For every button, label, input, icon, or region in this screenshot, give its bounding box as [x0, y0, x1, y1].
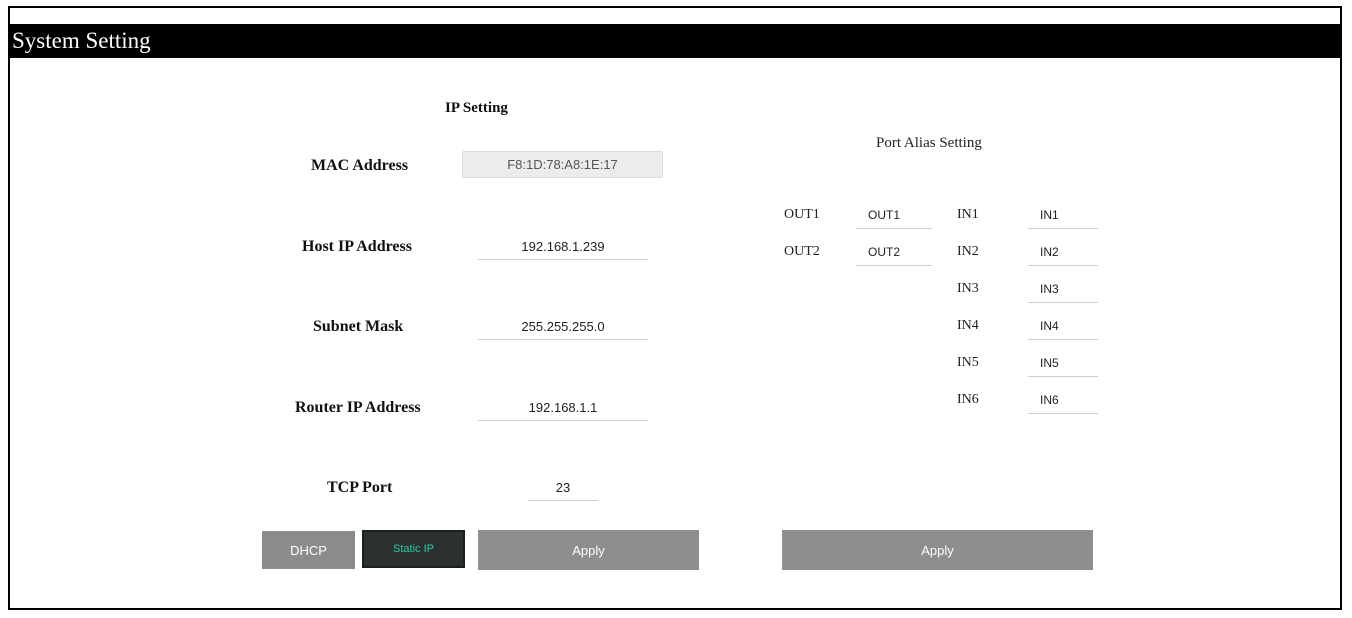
- output-alias-input-1[interactable]: [856, 202, 932, 229]
- output-label-2: OUT2: [784, 244, 820, 259]
- port-alias-title: Port Alias Setting: [876, 135, 982, 151]
- mac-address-field: [462, 151, 663, 178]
- page-title: System Setting: [10, 24, 1340, 58]
- input-alias-input-1[interactable]: [1028, 202, 1098, 229]
- input-alias-input-3[interactable]: [1028, 276, 1098, 303]
- input-alias-input-5[interactable]: [1028, 350, 1098, 377]
- input-label-3: IN3: [957, 281, 979, 296]
- output-alias-input-2[interactable]: [856, 239, 932, 266]
- static-ip-button[interactable]: Static IP: [362, 530, 465, 568]
- router-ip-label: Router IP Address: [295, 399, 421, 416]
- input-label-2: IN2: [957, 244, 979, 259]
- host-ip-input[interactable]: [478, 233, 648, 260]
- host-ip-label: Host IP Address: [302, 238, 412, 255]
- port-alias-apply-button[interactable]: Apply: [782, 530, 1093, 570]
- subnet-mask-label: Subnet Mask: [313, 318, 404, 335]
- dhcp-button[interactable]: DHCP: [262, 531, 355, 569]
- input-label-6: IN6: [957, 392, 979, 407]
- system-setting-panel: System Setting: [8, 6, 1342, 610]
- input-alias-input-2[interactable]: [1028, 239, 1098, 266]
- output-label-1: OUT1: [784, 207, 820, 222]
- input-label-1: IN1: [957, 207, 979, 222]
- input-label-4: IN4: [957, 318, 979, 333]
- input-label-5: IN5: [957, 355, 979, 370]
- input-alias-input-4[interactable]: [1028, 313, 1098, 340]
- tcp-port-input[interactable]: [528, 475, 598, 501]
- router-ip-input[interactable]: [478, 394, 648, 421]
- ip-setting-title: IP Setting: [445, 100, 508, 116]
- input-alias-input-6[interactable]: [1028, 387, 1098, 414]
- subnet-mask-input[interactable]: [478, 313, 648, 340]
- tcp-port-label: TCP Port: [327, 479, 393, 496]
- mac-address-label: MAC Address: [311, 157, 409, 174]
- ip-apply-button[interactable]: Apply: [478, 530, 699, 570]
